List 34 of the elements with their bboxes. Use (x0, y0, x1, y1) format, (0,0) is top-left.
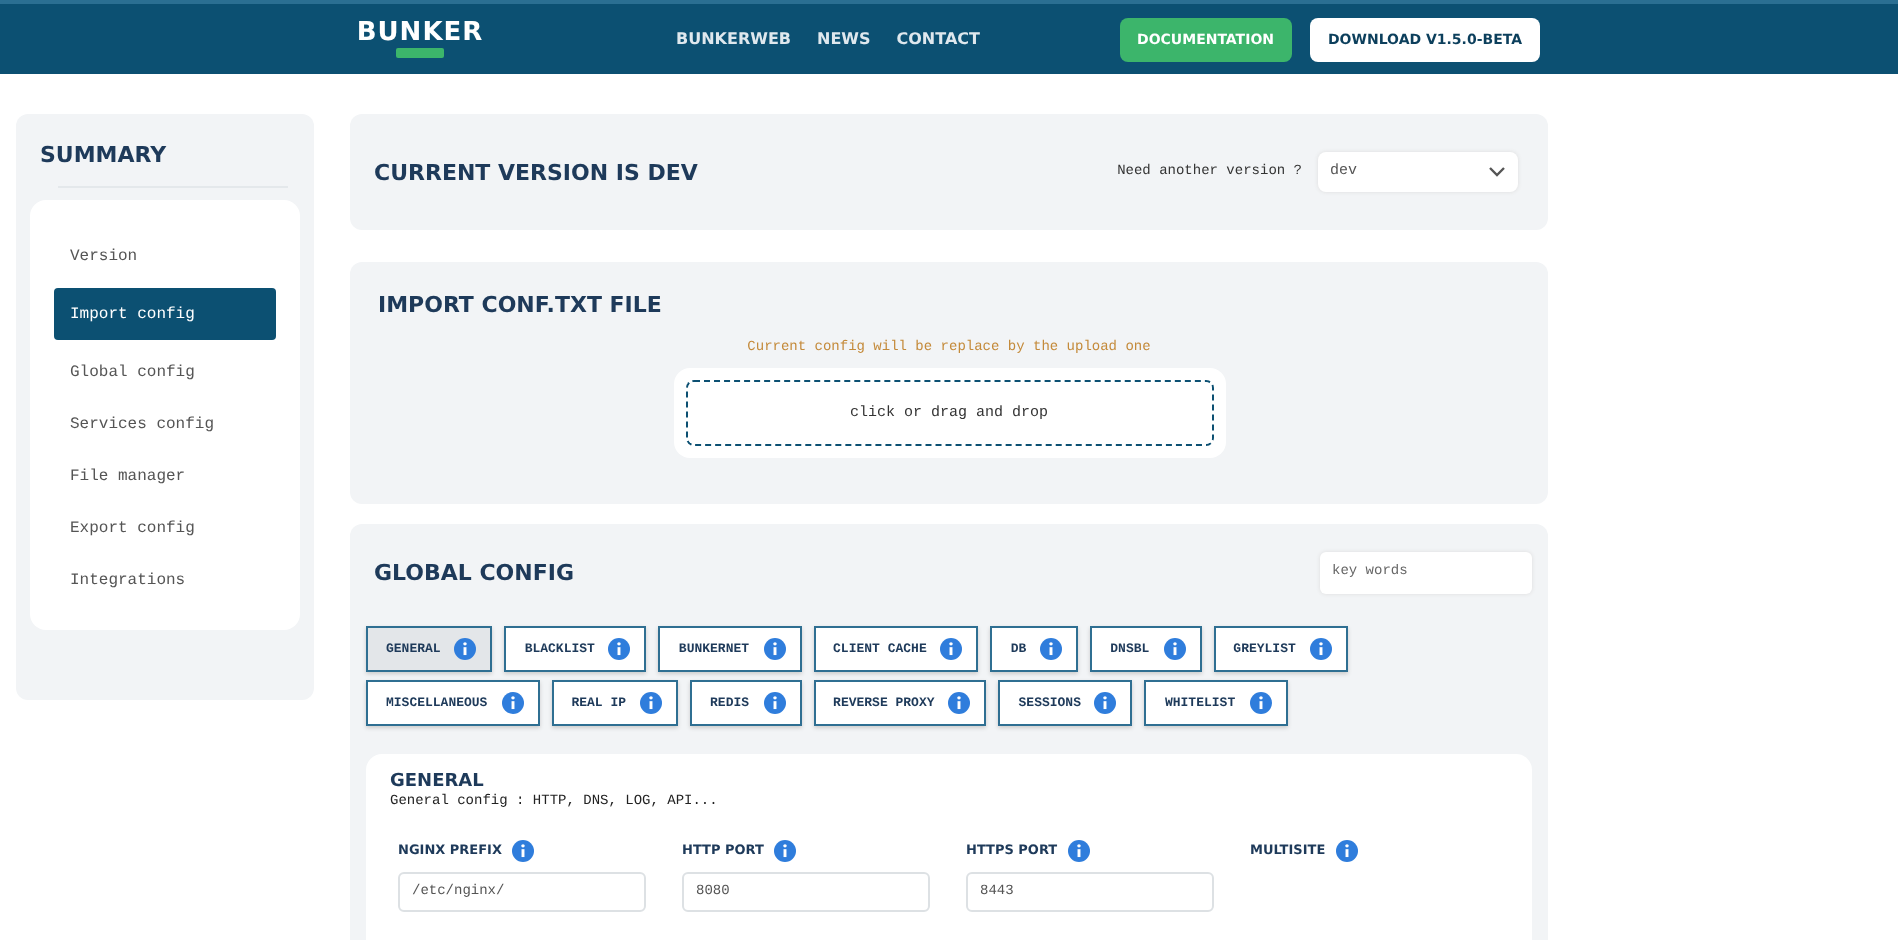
summary-item[interactable]: Export config (54, 508, 276, 548)
import-title: IMPORT CONF.TXT FILE (378, 292, 664, 322)
info-icon[interactable] (501, 692, 524, 714)
section-title: GENERAL (390, 772, 486, 792)
info-icon[interactable] (608, 638, 631, 660)
summary-item[interactable]: Import config (54, 288, 276, 340)
info-icon[interactable] (940, 638, 963, 660)
info-icon[interactable] (763, 692, 786, 714)
version-title: CURRENT VERSION IS DEV (374, 159, 698, 185)
chevron-down-icon (1488, 166, 1506, 178)
nav-link[interactable]: BUNKERWEB (676, 30, 791, 48)
info-icon[interactable] (1094, 692, 1117, 714)
summary-title: SUMMARY (40, 142, 169, 172)
summary-item[interactable]: Services config (54, 404, 276, 444)
summary-item[interactable]: Integrations (54, 560, 276, 600)
nav-link[interactable]: CONTACT (896, 30, 980, 48)
info-icon[interactable] (763, 638, 786, 660)
summary-item[interactable]: Global config (54, 352, 276, 392)
summary-item[interactable]: Version (54, 236, 276, 276)
global-config-title: GLOBAL CONFIG (374, 559, 574, 585)
info-icon[interactable] (512, 839, 534, 861)
info-icon[interactable] (1309, 638, 1332, 660)
info-icon[interactable] (1067, 839, 1090, 861)
info-icon[interactable] (1335, 839, 1358, 861)
nav-link[interactable]: NEWS (817, 30, 871, 48)
bunker-logo[interactable]: BUNKER (360, 20, 480, 58)
info-icon[interactable] (773, 839, 796, 861)
info-icon[interactable] (1249, 692, 1272, 714)
summary-item[interactable]: File manager (54, 456, 276, 496)
info-icon[interactable] (640, 692, 663, 714)
info-icon[interactable] (454, 638, 477, 660)
info-icon[interactable] (1163, 638, 1186, 660)
info-icon[interactable] (948, 692, 971, 714)
info-icon[interactable] (1040, 638, 1063, 660)
